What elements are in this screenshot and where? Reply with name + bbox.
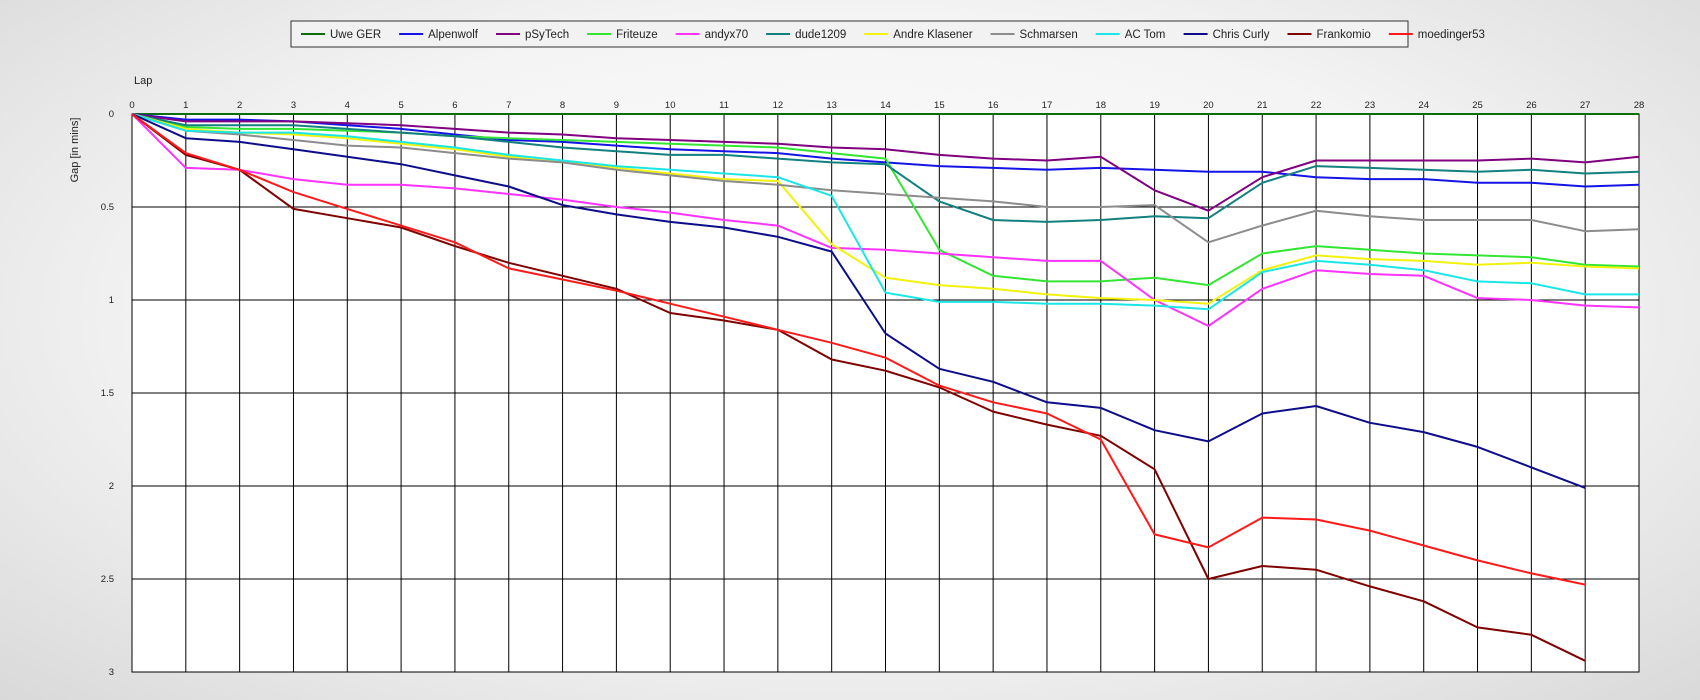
y-tick-label: 2	[109, 481, 114, 492]
legend-label-schmarsen: Schmarsen	[1020, 29, 1078, 41]
y-tick-label: 3	[109, 667, 114, 678]
legend-label-moedinger53: moedinger53	[1418, 29, 1485, 41]
x-tick-label: 4	[345, 100, 350, 111]
x-tick-label: 5	[398, 100, 403, 111]
x-tick-label: 25	[1472, 100, 1483, 111]
legend-label-andre-klasener: Andre Klasener	[893, 29, 972, 41]
y-axis-title: Gap [in mins]	[69, 118, 81, 183]
x-tick-label: 2	[237, 100, 242, 111]
legend-label-chris-curly: Chris Curly	[1213, 29, 1270, 41]
x-tick-label: 8	[560, 100, 565, 111]
x-tick-label: 11	[719, 100, 729, 111]
x-tick-label: 19	[1149, 100, 1160, 111]
x-axis-title: Lap	[134, 75, 152, 87]
legend-label-ac-tom: AC Tom	[1125, 29, 1166, 41]
x-tick-label: 16	[988, 100, 999, 111]
legend-label-alpenwolf: Alpenwolf	[428, 29, 479, 41]
x-tick-label: 20	[1203, 100, 1214, 111]
x-tick-label: 13	[826, 100, 837, 111]
legend-label-dude1209: dude1209	[795, 29, 846, 41]
legend-label-friteuze: Friteuze	[616, 29, 658, 41]
x-tick-labels: 0 1 2 3 4 5 6 7 8 9 10 11 12 13 14 15 16 17 18 19 20 21 22 23 24…	[129, 100, 1644, 111]
x-tick-label: 14	[880, 100, 891, 111]
y-tick-label: 0.5	[101, 202, 114, 213]
x-tick-label: 7	[506, 100, 511, 111]
y-tick-label: 0	[109, 109, 114, 120]
x-tick-label: 12	[773, 100, 784, 111]
x-tick-label: 18	[1095, 100, 1106, 111]
legend: Uwe GER Alpenwolf pSyTech Friteuze andyx70 du…	[290, 20, 1485, 48]
x-tick-label: 17	[1042, 100, 1053, 111]
legend-label-andyx70: andyx70	[705, 29, 748, 41]
legend-label-psytech: pSyTech	[525, 29, 569, 41]
y-tick-label: 1	[109, 295, 114, 306]
x-tick-label: 3	[291, 100, 296, 111]
x-tick-label: 27	[1580, 100, 1591, 111]
x-tick-label: 15	[934, 100, 945, 111]
y-tick-labels: 0 0.5 1 1.5 2 2.5 3	[101, 109, 114, 678]
x-tick-label: 23	[1365, 100, 1376, 111]
legend-label-frankomio: Frankomio	[1316, 29, 1370, 41]
x-tick-label: 22	[1311, 100, 1322, 111]
legend-label-uwe-ger: Uwe GER	[330, 29, 381, 41]
x-tick-label: 24	[1418, 100, 1429, 111]
x-tick-label: 10	[665, 100, 676, 111]
lap-gap-chart: Uwe GER Alpenwolf pSyTech Friteuze andyx70 du…	[69, 20, 1644, 678]
x-tick-label: 1	[183, 100, 188, 111]
x-tick-label: 0	[129, 100, 134, 111]
x-tick-label: 9	[614, 100, 619, 111]
x-tick-label: 26	[1526, 100, 1537, 111]
y-tick-label: 1.5	[101, 388, 114, 399]
x-tick-label: 21	[1257, 100, 1268, 111]
y-tick-label: 2.5	[101, 574, 114, 585]
x-tick-label: 28	[1634, 100, 1645, 111]
x-tick-label: 6	[452, 100, 457, 111]
